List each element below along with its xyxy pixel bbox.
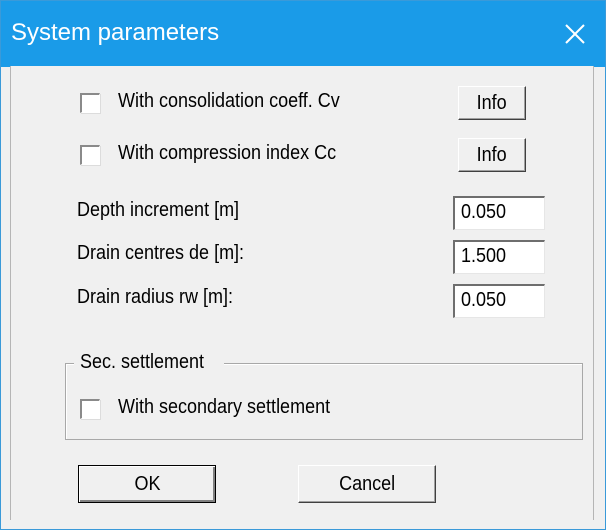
consolidation-info-label: Info xyxy=(476,91,508,114)
drain-radius-label: Drain radius rw [m]: xyxy=(77,286,234,308)
secondary-settlement-group-label: Sec. settlement xyxy=(74,351,224,374)
drain-radius-field[interactable]: 0.050 xyxy=(453,284,545,318)
secondary-settlement-label: With secondary settlement xyxy=(118,396,331,418)
drain-centres-value: 1.500 xyxy=(461,245,507,267)
group-legend-text: Sec. settlement xyxy=(80,351,205,373)
title-bar[interactable]: System parameters xyxy=(1,1,605,67)
depth-increment-value: 0.050 xyxy=(461,201,507,223)
cancel-button[interactable]: Cancel xyxy=(298,465,436,503)
ok-button[interactable]: OK xyxy=(78,465,216,503)
window-title: System parameters xyxy=(11,19,220,46)
ok-label: OK xyxy=(133,472,161,495)
close-icon xyxy=(565,24,585,44)
compression-info-label: Info xyxy=(476,143,508,166)
compression-checkbox[interactable] xyxy=(80,145,100,165)
depth-increment-label: Depth increment [m] xyxy=(77,199,240,221)
compression-label: With compression index Cc xyxy=(118,142,337,164)
secondary-settlement-checkbox[interactable] xyxy=(80,399,100,419)
close-button[interactable] xyxy=(545,1,605,67)
depth-increment-field[interactable]: 0.050 xyxy=(453,196,545,230)
cancel-label: Cancel xyxy=(338,472,396,495)
drain-radius-value: 0.050 xyxy=(461,289,507,311)
drain-centres-field[interactable]: 1.500 xyxy=(453,240,545,274)
compression-info-button[interactable]: Info xyxy=(458,138,526,172)
drain-centres-label: Drain centres de [m]: xyxy=(77,242,245,264)
consolidation-checkbox[interactable] xyxy=(80,93,100,113)
consolidation-label: With consolidation coeff. Cv xyxy=(118,90,340,112)
consolidation-info-button[interactable]: Info xyxy=(458,86,526,120)
